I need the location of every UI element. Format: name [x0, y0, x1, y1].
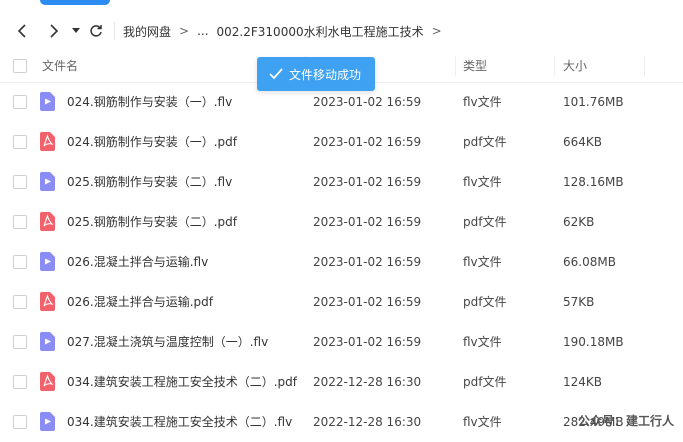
active-tab-indicator: [40, 0, 110, 5]
row-checkbox[interactable]: [13, 215, 27, 229]
row-checkbox[interactable]: [13, 335, 27, 349]
forward-button[interactable]: [40, 16, 68, 46]
file-size: 57KB: [563, 295, 595, 309]
file-row[interactable]: 027.混凝土浇筑与温度控制（一）.flv 2023-01-02 16:59 f…: [0, 322, 683, 362]
column-divider[interactable]: [554, 56, 555, 76]
video-file-icon: [40, 332, 55, 351]
breadcrumb-root[interactable]: 我的网盘: [123, 23, 171, 40]
history-dropdown-button[interactable]: [68, 16, 84, 46]
file-type: pdf文件: [463, 135, 507, 149]
file-date: 2022-12-28 16:30: [313, 415, 422, 429]
pdf-file-icon: [40, 372, 55, 391]
row-checkbox[interactable]: [13, 95, 27, 109]
file-row[interactable]: 026.混凝土拌合与运输.pdf 2023-01-02 16:59 pdf文件 …: [0, 282, 683, 322]
file-name[interactable]: 025.钢筋制作与安装（二）.flv: [67, 162, 232, 202]
file-date: 2023-01-02 16:59: [313, 295, 422, 309]
file-name[interactable]: 034.建筑安装工程施工安全技术（二）.pdf: [67, 362, 297, 402]
toolbar-divider: [114, 22, 115, 40]
file-size: 62KB: [563, 215, 595, 229]
breadcrumb-ellipsis[interactable]: ...: [197, 24, 208, 38]
toolbar: 我的网盘 > ... 002.2F310000水利水电工程施工技术 >: [0, 14, 683, 48]
breadcrumb: 我的网盘 > ... 002.2F310000水利水电工程施工技术 >: [123, 23, 450, 40]
column-divider[interactable]: [455, 56, 456, 76]
row-checkbox[interactable]: [13, 295, 27, 309]
column-divider[interactable]: [644, 56, 645, 76]
file-name[interactable]: 026.混凝土拌合与运输.flv: [67, 242, 208, 282]
file-list: 024.钢筋制作与安装（一）.flv 2023-01-02 16:59 flv文…: [0, 82, 683, 442]
video-file-icon: [40, 252, 55, 271]
video-file-icon: [40, 412, 55, 431]
file-type: flv文件: [463, 415, 502, 429]
file-name[interactable]: 027.混凝土浇筑与温度控制（一）.flv: [67, 322, 268, 362]
video-file-icon: [40, 92, 55, 111]
select-all-checkbox[interactable]: [13, 59, 27, 73]
watermark: 公众号：建工行人: [578, 414, 675, 428]
row-checkbox[interactable]: [13, 375, 27, 389]
file-date: 2023-01-02 16:59: [313, 175, 422, 189]
file-size: 128.16MB: [563, 175, 624, 189]
breadcrumb-separator: >: [431, 24, 442, 38]
file-type: flv文件: [463, 175, 502, 189]
refresh-icon: [90, 25, 102, 37]
row-checkbox[interactable]: [13, 415, 27, 429]
file-date: 2023-01-02 16:59: [313, 135, 422, 149]
caret-down-icon: [72, 28, 80, 33]
column-header-name[interactable]: 文件名: [42, 50, 78, 82]
success-toast: 文件移动成功: [257, 57, 375, 91]
breadcrumb-separator: >: [179, 24, 190, 38]
back-button[interactable]: [8, 16, 36, 46]
file-row[interactable]: 026.混凝土拌合与运输.flv 2023-01-02 16:59 flv文件 …: [0, 242, 683, 282]
file-type: flv文件: [463, 95, 502, 109]
pdf-file-icon: [40, 132, 55, 151]
file-date: 2023-01-02 16:59: [313, 255, 422, 269]
file-size: 101.76MB: [563, 95, 624, 109]
pdf-file-icon: [40, 212, 55, 231]
file-name[interactable]: 024.钢筋制作与安装（一）.flv: [67, 82, 232, 122]
refresh-button[interactable]: [84, 16, 108, 46]
file-name[interactable]: 024.钢筋制作与安装（一）.pdf: [67, 122, 237, 162]
file-row[interactable]: 025.钢筋制作与安装（二）.pdf 2023-01-02 16:59 pdf文…: [0, 202, 683, 242]
chevron-left-icon: [17, 24, 26, 38]
row-checkbox[interactable]: [13, 255, 27, 269]
column-header-type[interactable]: 类型: [463, 50, 487, 82]
video-file-icon: [40, 172, 55, 191]
file-date: 2023-01-02 16:59: [313, 335, 422, 349]
pdf-file-icon: [40, 292, 55, 311]
file-name[interactable]: 026.混凝土拌合与运输.pdf: [67, 282, 213, 322]
file-type: pdf文件: [463, 375, 507, 389]
file-size: 664KB: [563, 135, 603, 149]
file-row[interactable]: 025.钢筋制作与安装（二）.flv 2023-01-02 16:59 flv文…: [0, 162, 683, 202]
chevron-right-icon: [50, 24, 59, 38]
column-header-size[interactable]: 大小: [563, 50, 587, 82]
file-type: pdf文件: [463, 295, 507, 309]
breadcrumb-current[interactable]: 002.2F310000水利水电工程施工技术: [217, 23, 424, 40]
row-checkbox[interactable]: [13, 135, 27, 149]
file-date: 2023-01-02 16:59: [313, 215, 422, 229]
file-size: 190.18MB: [563, 335, 624, 349]
file-date: 2022-12-28 16:30: [313, 375, 422, 389]
file-name[interactable]: 025.钢筋制作与安装（二）.pdf: [67, 202, 237, 242]
file-row[interactable]: 034.建筑安装工程施工安全技术（二）.pdf 2022-12-28 16:30…: [0, 362, 683, 402]
file-size: 124KB: [563, 375, 603, 389]
file-row[interactable]: 024.钢筋制作与安装（一）.pdf 2023-01-02 16:59 pdf文…: [0, 122, 683, 162]
row-checkbox[interactable]: [13, 175, 27, 189]
file-type: flv文件: [463, 255, 502, 269]
check-icon: [269, 68, 283, 80]
file-size: 66.08MB: [563, 255, 616, 269]
file-type: flv文件: [463, 335, 502, 349]
file-type: pdf文件: [463, 215, 507, 229]
toast-message: 文件移动成功: [289, 67, 362, 82]
file-name[interactable]: 034.建筑安装工程施工安全技术（二）.flv: [67, 402, 292, 442]
